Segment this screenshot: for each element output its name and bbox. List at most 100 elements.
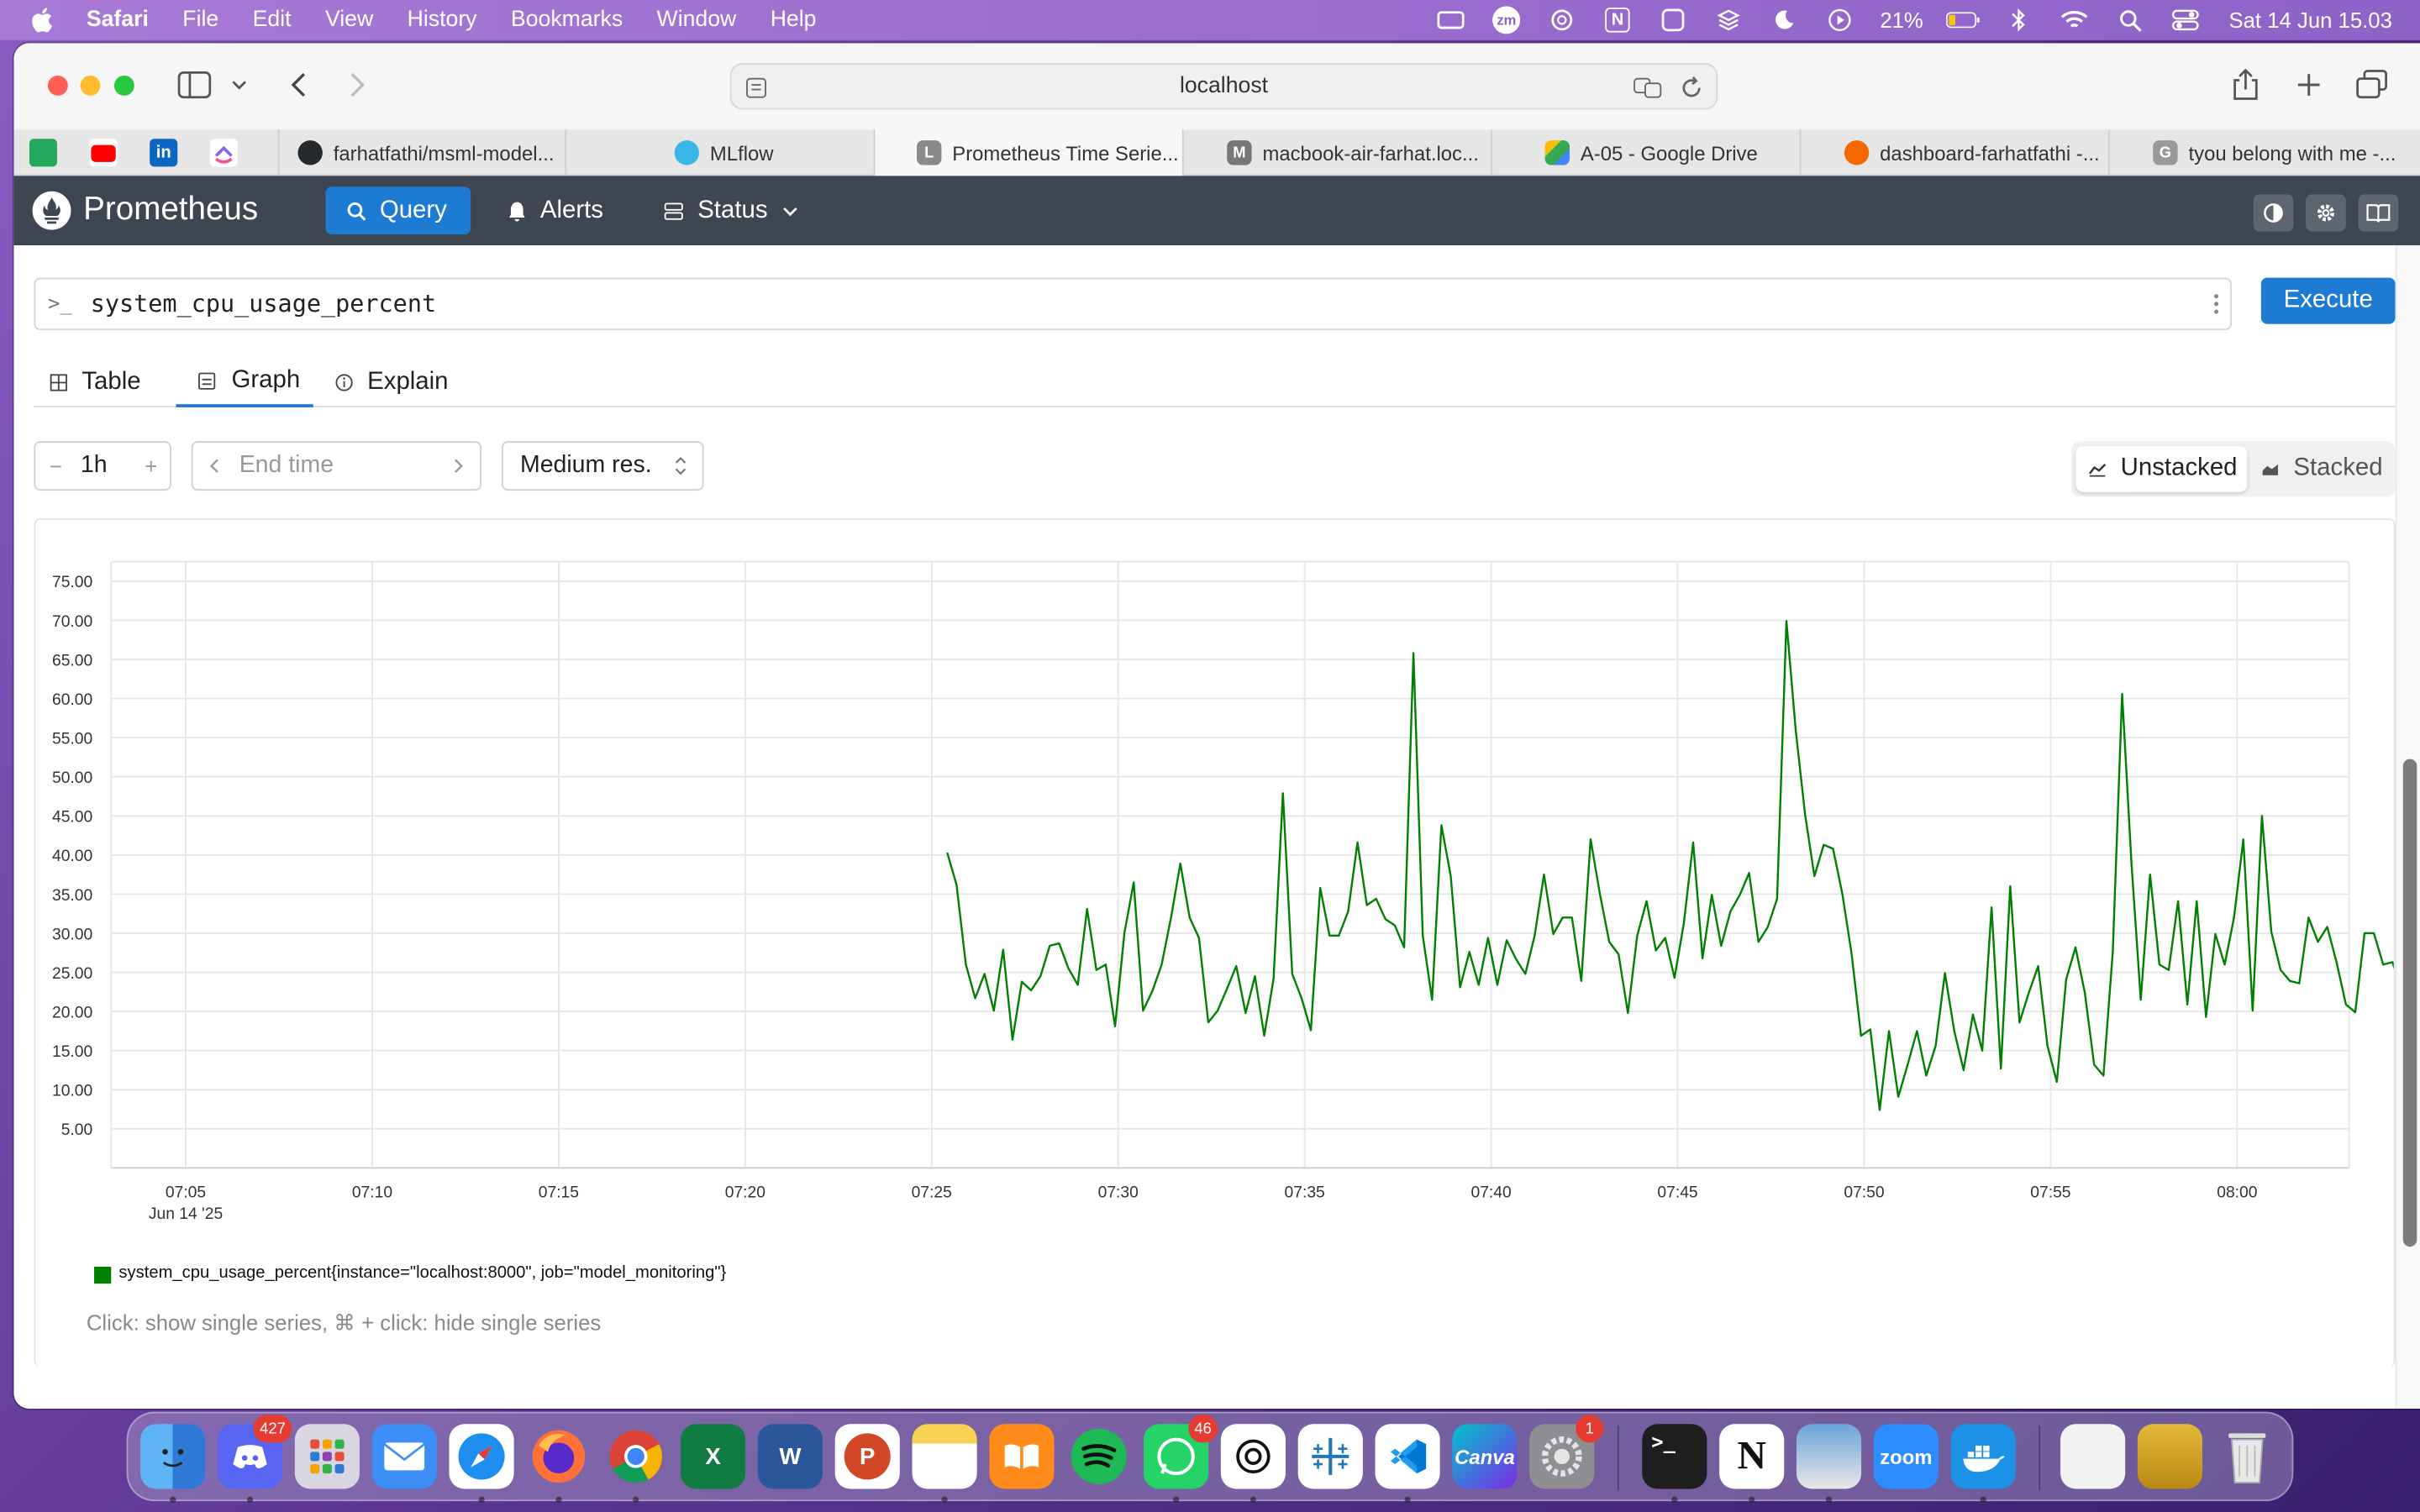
range-input[interactable]: − 1h + [34, 441, 171, 491]
expression-input[interactable]: >_ system_cpu_usage_percent [34, 277, 2232, 331]
tab-github[interactable]: farhatfathi/msml-model... [277, 129, 566, 176]
range-increase-button[interactable]: + [145, 454, 157, 478]
vscode-icon[interactable] [1375, 1424, 1440, 1489]
chatgpt-icon[interactable] [1220, 1424, 1286, 1489]
preview-icon[interactable] [1796, 1424, 1862, 1489]
notes-icon[interactable] [912, 1424, 977, 1489]
excel-icon[interactable]: X [681, 1424, 746, 1489]
mail-icon[interactable] [371, 1424, 437, 1489]
tab-overview-icon[interactable] [2355, 70, 2389, 101]
stage-manager-icon[interactable] [1434, 8, 1467, 32]
apple-icon[interactable] [31, 6, 55, 34]
play-icon[interactable] [1823, 8, 1856, 32]
tab-prometheus[interactable]: L Prometheus Time Serie... [873, 129, 1182, 176]
chevron-left-icon[interactable] [208, 459, 221, 474]
alerts-nav-button[interactable]: Alerts [487, 186, 623, 234]
docker-icon[interactable] [1950, 1424, 2016, 1489]
screen-record-icon[interactable] [1656, 8, 1690, 32]
legend-swatch[interactable] [94, 1266, 112, 1284]
close-window-button[interactable] [47, 76, 68, 96]
sidebar-toggle-icon[interactable] [177, 71, 212, 99]
system-settings-icon[interactable]: 1 [1529, 1415, 1604, 1489]
resolution-select[interactable]: Medium res. [501, 441, 704, 491]
cpu-usage-chart[interactable]: 5.00 10.00 15.00 20.00 25.00 30.00 35.00 40.00 4… [35, 520, 2420, 1368]
menu-bookmarks[interactable]: Bookmarks [511, 8, 623, 32]
moon-icon[interactable] [1767, 8, 1801, 32]
chevron-down-icon[interactable] [232, 79, 247, 92]
docs-book-icon[interactable] [2358, 194, 2399, 232]
new-tab-icon[interactable] [2295, 71, 2323, 98]
safari-icon[interactable] [449, 1424, 514, 1489]
prometheus-title[interactable]: Prometheus [83, 192, 258, 228]
reload-icon[interactable] [1679, 76, 1703, 100]
settings-gear-icon[interactable] [2306, 194, 2346, 232]
discord-icon[interactable]: 427 [217, 1415, 292, 1489]
pinned-tab-sheets-icon[interactable] [29, 139, 57, 167]
tableau-icon[interactable] [1297, 1424, 1363, 1489]
scrollbar-thumb[interactable] [2402, 759, 2417, 1247]
tab-explain[interactable]: Explain [335, 356, 449, 407]
back-arrow-icon[interactable] [288, 71, 307, 98]
spotify-icon[interactable] [1066, 1424, 1131, 1488]
drive-stack-icon[interactable] [2137, 1424, 2203, 1489]
tab-macbook[interactable]: Mmacbook-air-farhat.loc... [1181, 129, 1491, 176]
minimize-window-button[interactable] [80, 76, 101, 96]
tab-table[interactable]: Table [50, 356, 164, 407]
menu-edit[interactable]: Edit [253, 8, 292, 32]
series-line[interactable] [946, 620, 2420, 1111]
battery-icon[interactable] [1946, 8, 1980, 32]
menu-help[interactable]: Help [771, 8, 817, 32]
translate-icon[interactable] [1633, 76, 1664, 100]
page-scrollbar[interactable] [2395, 245, 2420, 1409]
layers-icon[interactable] [1712, 8, 1745, 32]
pinned-tab-clickup-icon[interactable] [209, 139, 238, 167]
zoom-window-button[interactable] [113, 76, 134, 96]
clock-datetime[interactable]: Sat 14 Jun 15.03 [2228, 8, 2391, 32]
end-time-input[interactable]: End time [191, 441, 482, 491]
word-icon[interactable]: W [757, 1424, 823, 1489]
tab-graph[interactable]: Graph [176, 356, 313, 407]
zoom-icon[interactable]: zoom [1873, 1424, 1939, 1489]
tab-google-drive[interactable]: A-05 - Google Drive [1491, 129, 1799, 176]
terminal-icon[interactable]: >_ [1642, 1424, 1707, 1489]
share-icon[interactable] [2232, 68, 2260, 102]
chatgpt-menu-icon[interactable] [1545, 8, 1579, 32]
forward-arrow-icon[interactable] [349, 71, 367, 98]
canva-icon[interactable]: Canva [1452, 1424, 1518, 1489]
documents-stack-icon[interactable] [2060, 1424, 2126, 1489]
stacked-button[interactable]: Stacked [2258, 446, 2383, 492]
finder-icon[interactable] [140, 1424, 206, 1489]
legend-series-label[interactable]: system_cpu_usage_percent{instance="local… [118, 1263, 726, 1282]
pinned-tab-youtube-icon[interactable] [89, 139, 118, 167]
zoom-menu-icon[interactable]: zm [1490, 6, 1523, 34]
menu-view[interactable]: View [325, 8, 373, 32]
notion-icon[interactable]: N [1719, 1424, 1785, 1489]
tab-youtube-song[interactable]: Gtyou belong with me -... [2107, 129, 2420, 176]
query-nav-button[interactable]: Query [325, 186, 471, 235]
tab-grafana[interactable]: dashboard-farhatfathi -... [1799, 129, 2108, 176]
more-options-icon[interactable] [2213, 293, 2219, 315]
firefox-icon[interactable] [526, 1424, 591, 1488]
menu-window[interactable]: Window [657, 8, 737, 32]
address-bar[interactable]: localhost [729, 63, 1718, 110]
chrome-icon[interactable] [603, 1424, 668, 1488]
prometheus-logo-icon[interactable] [32, 191, 71, 230]
pinned-tab-linkedin-icon[interactable]: in [150, 139, 178, 167]
bluetooth-icon[interactable] [2002, 8, 2035, 32]
execute-button[interactable]: Execute [2260, 277, 2396, 324]
menu-history[interactable]: History [408, 8, 477, 32]
status-nav-button[interactable]: Status [644, 186, 818, 234]
whatsapp-icon[interactable]: 46 [1144, 1415, 1218, 1489]
theme-toggle-icon[interactable] [2253, 194, 2294, 232]
chevron-right-icon[interactable] [452, 459, 465, 474]
tab-mlflow[interactable]: MLflow [565, 129, 873, 176]
menu-app-name[interactable]: Safari [87, 8, 149, 32]
trash-icon[interactable] [2215, 1424, 2280, 1488]
spotlight-search-icon[interactable] [2113, 8, 2147, 32]
powerpoint-icon[interactable]: P [834, 1424, 900, 1489]
wifi-icon[interactable] [2058, 8, 2091, 32]
books-icon[interactable] [989, 1424, 1055, 1489]
menu-file[interactable]: File [182, 8, 218, 32]
page-menu-icon[interactable] [745, 77, 767, 99]
unstacked-button[interactable]: Unstacked [2075, 445, 2248, 492]
